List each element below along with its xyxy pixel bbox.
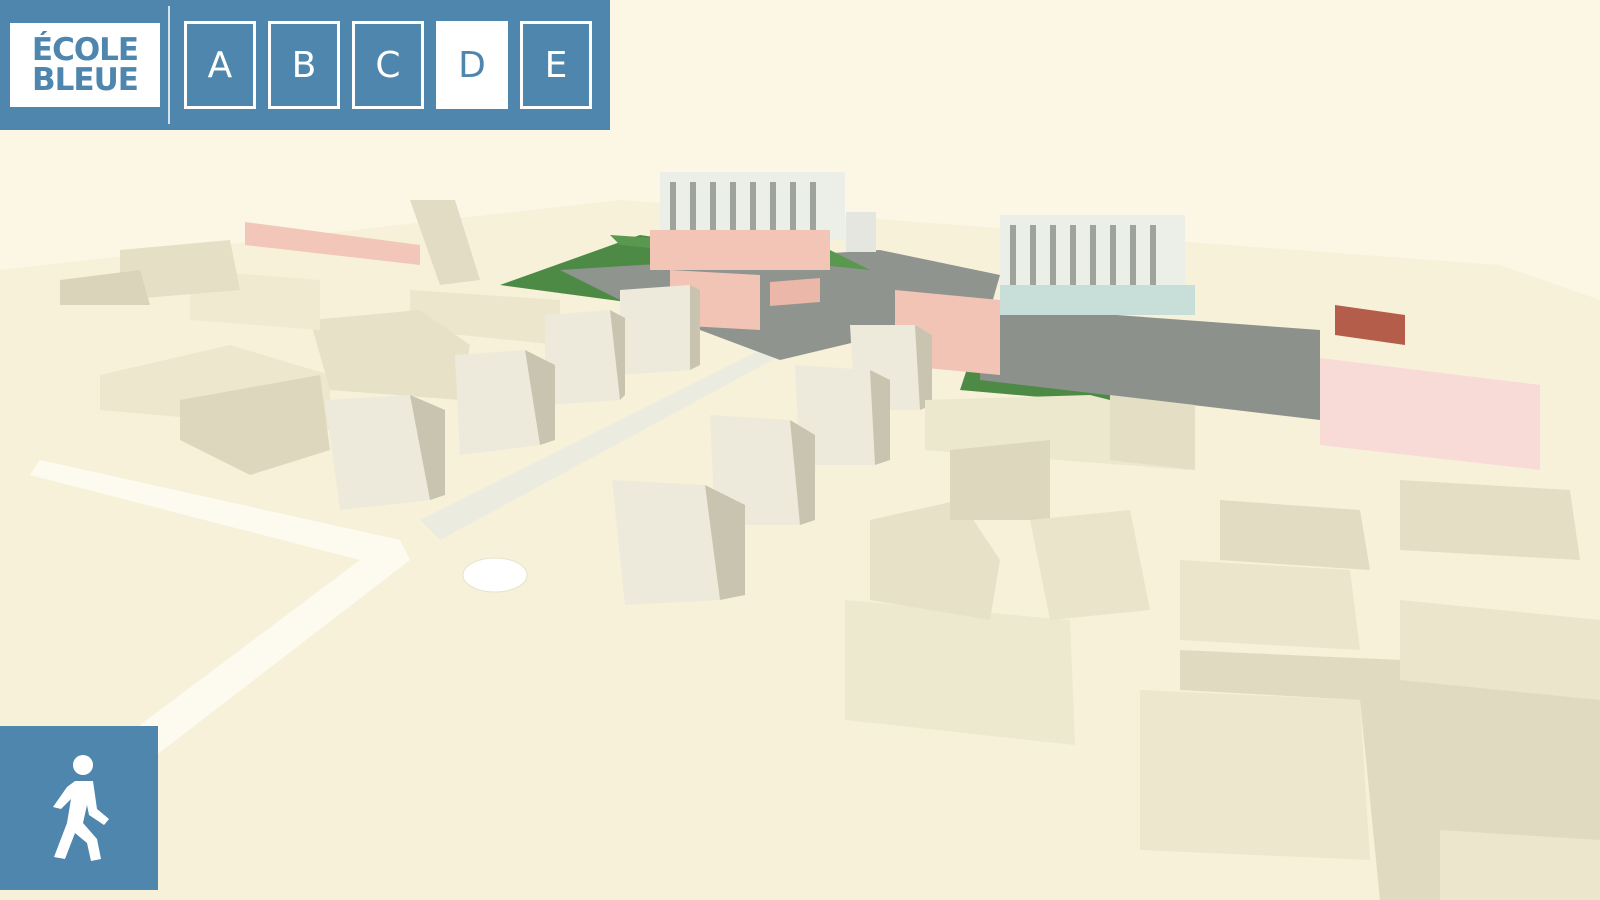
building-block bbox=[1140, 690, 1370, 860]
building-block bbox=[1400, 480, 1580, 560]
pedestrian-walk-icon bbox=[53, 755, 109, 861]
roundabout bbox=[462, 557, 528, 593]
scenario-c-button[interactable]: C bbox=[352, 21, 424, 109]
logo-line-2: BLEUE bbox=[32, 62, 139, 98]
scenario-a-button[interactable]: A bbox=[184, 21, 256, 109]
tower-block bbox=[455, 350, 555, 455]
tower-block bbox=[325, 395, 445, 510]
building-block bbox=[1180, 560, 1360, 650]
building-block bbox=[1220, 500, 1370, 570]
scenario-e-button[interactable]: E bbox=[520, 21, 592, 109]
logo-line-1: ÉCOLE bbox=[31, 32, 139, 68]
city-3d-view[interactable] bbox=[0, 0, 1600, 900]
building-block bbox=[1030, 510, 1150, 620]
ecole-bleue-logo[interactable]: ÉCOLE BLEUE bbox=[10, 23, 160, 107]
pink-building bbox=[770, 278, 820, 306]
scenario-b-button[interactable]: B bbox=[268, 21, 340, 109]
building-block bbox=[1110, 395, 1195, 470]
glass-station bbox=[1000, 285, 1195, 315]
apartment-slab bbox=[1000, 215, 1185, 295]
walk-mode-button[interactable] bbox=[0, 726, 158, 890]
building-block bbox=[845, 600, 1075, 745]
scenario-toolbar: ÉCOLE BLEUE A B C D E bbox=[0, 0, 610, 130]
tower-block bbox=[612, 480, 745, 605]
scenario-d-button[interactable]: D bbox=[436, 21, 508, 109]
toolbar-divider bbox=[168, 6, 170, 124]
building-block bbox=[1440, 830, 1600, 900]
tower-block bbox=[545, 310, 625, 405]
building-block bbox=[950, 440, 1050, 520]
tower-block bbox=[620, 285, 700, 375]
